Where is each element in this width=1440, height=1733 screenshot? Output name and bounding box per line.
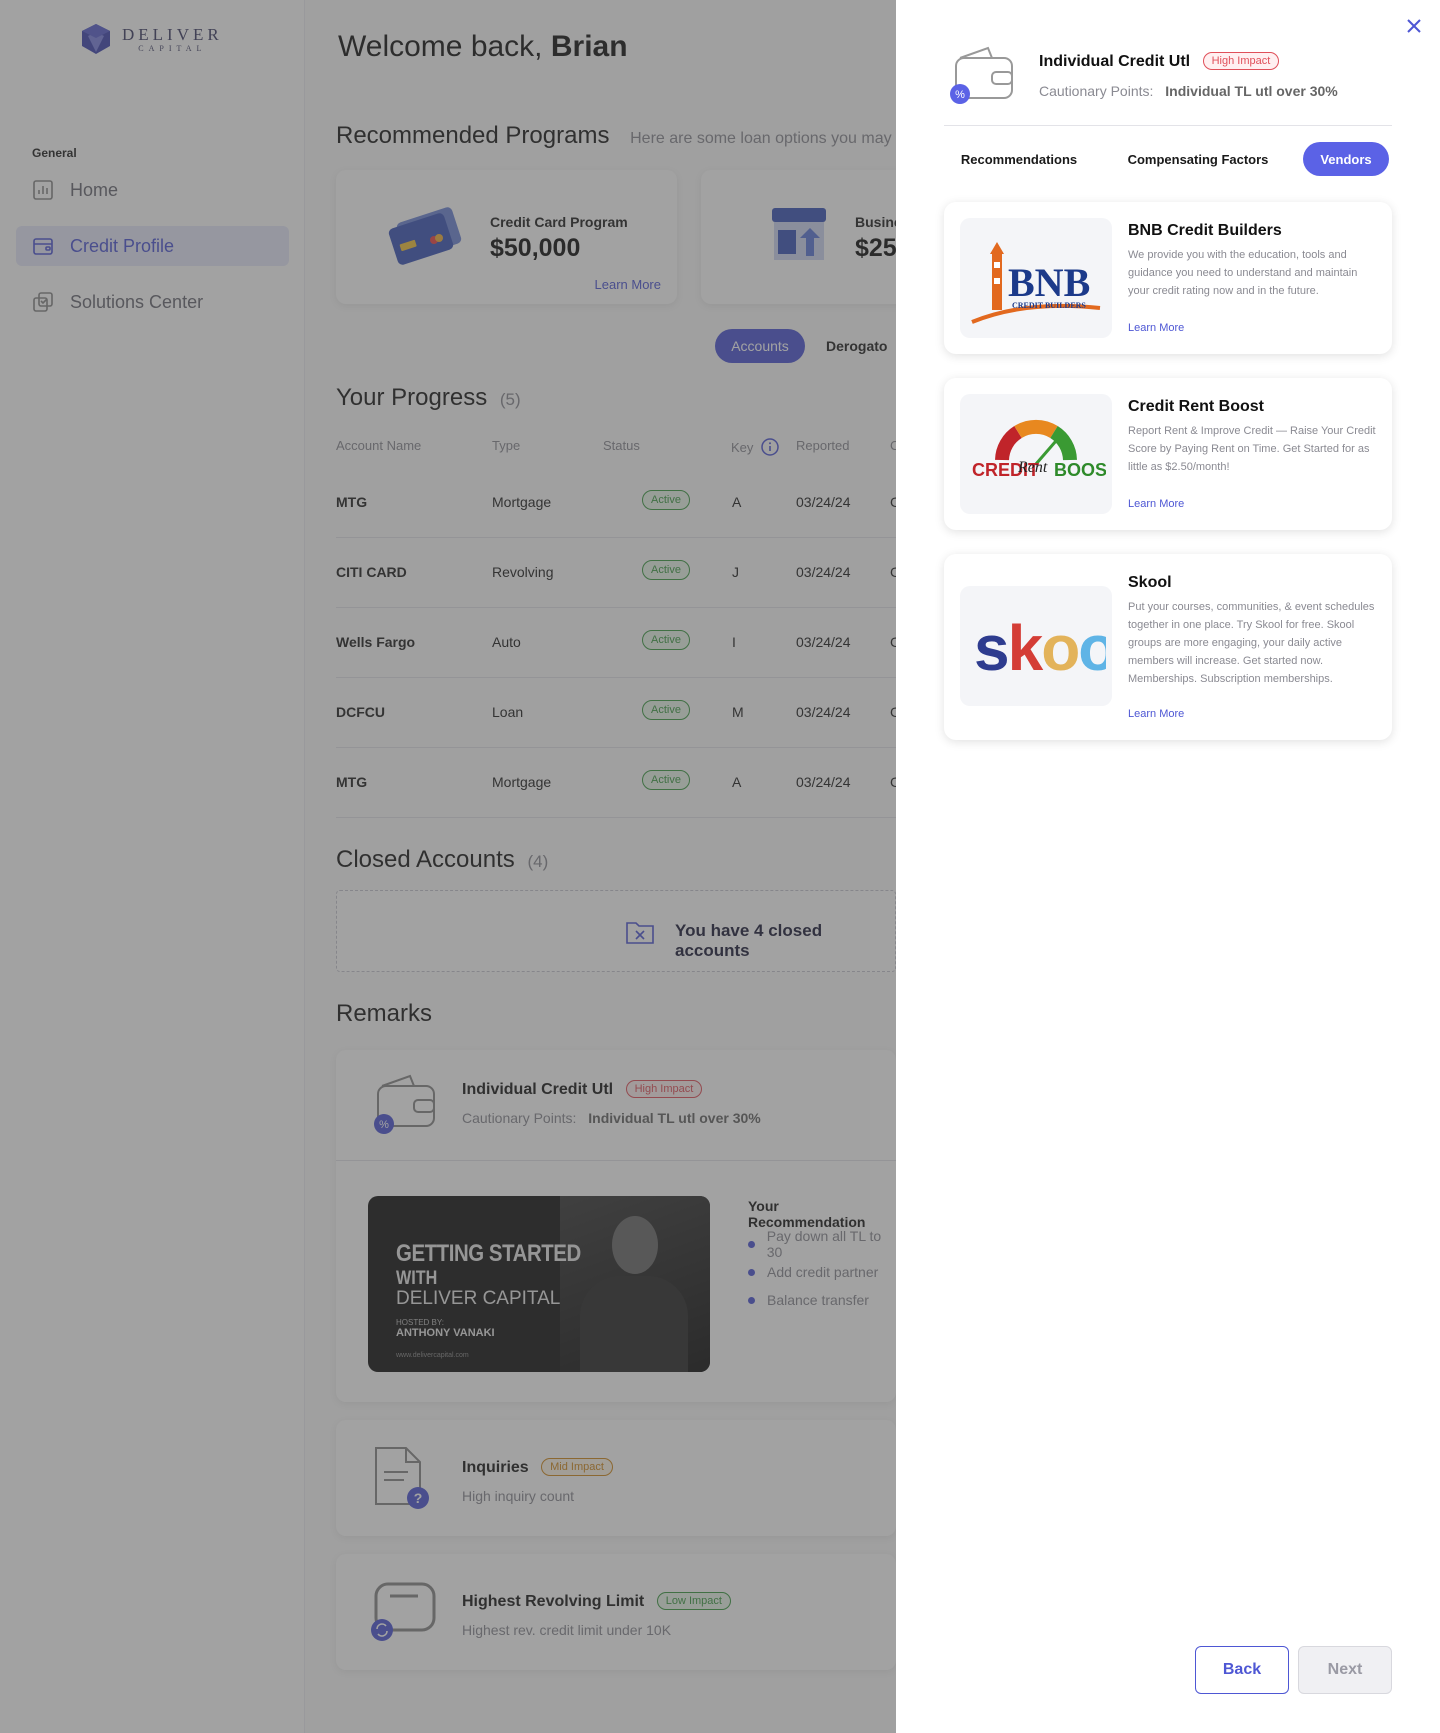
vendor-name: BNB Credit Builders bbox=[1128, 222, 1282, 239]
learn-more-link[interactable]: Learn More bbox=[1128, 498, 1184, 510]
drawer-title-text: Individual Credit Utl bbox=[1039, 53, 1191, 70]
credit-rent-boost-graphic: CREDIT Rent BOOST bbox=[972, 419, 1106, 480]
back-button[interactable]: Back bbox=[1195, 1646, 1289, 1694]
skool-logo-graphic: skool bbox=[974, 612, 1106, 684]
bnb-logo-graphic: BNB CREDIT BUILDERS bbox=[971, 242, 1101, 324]
skool-logo: skool bbox=[960, 586, 1112, 706]
tab-vendors[interactable]: Vendors bbox=[1303, 142, 1389, 176]
svg-text:skool: skool bbox=[974, 612, 1106, 684]
tab-compensating-factors[interactable]: Compensating Factors bbox=[1112, 142, 1284, 176]
close-icon[interactable] bbox=[1404, 16, 1424, 36]
vendor-name: Credit Rent Boost bbox=[1128, 398, 1264, 415]
vendor-card-credit-rent-boost[interactable]: CREDIT Rent BOOST Credit Rent Boost Repo… bbox=[944, 378, 1392, 530]
wallet-percent-icon: % bbox=[950, 46, 1013, 104]
svg-text:%: % bbox=[955, 89, 965, 101]
bnb-logo-subtext: CREDIT BUILDERS bbox=[1012, 301, 1086, 310]
logo-word-rent: Rent bbox=[1017, 459, 1048, 476]
vendor-description: We provide you with the education, tools… bbox=[1128, 249, 1358, 297]
next-button[interactable]: Next bbox=[1298, 1646, 1392, 1694]
drawer-subtitle: Cautionary Points: Individual TL utl ove… bbox=[1039, 83, 1338, 99]
learn-more-link[interactable]: Learn More bbox=[1128, 322, 1184, 334]
tab-recommendations[interactable]: Recommendations bbox=[944, 142, 1094, 176]
drawer-title: Individual Credit Utl High Impact bbox=[1039, 52, 1280, 71]
vendor-card-bnb[interactable]: BNB CREDIT BUILDERS BNB Credit Builders … bbox=[944, 202, 1392, 354]
vendor-description: Put your courses, communities, & event s… bbox=[1128, 601, 1375, 685]
learn-more-link[interactable]: Learn More bbox=[1128, 708, 1184, 720]
vendor-card-skool[interactable]: skool Skool Put your courses, communitie… bbox=[944, 554, 1392, 740]
logo-word-boost: BOOST bbox=[1054, 460, 1106, 480]
bnb-logo: BNB CREDIT BUILDERS bbox=[960, 218, 1112, 338]
drawer-sub-value: Individual TL utl over 30% bbox=[1165, 83, 1338, 99]
impact-badge: High Impact bbox=[1202, 52, 1280, 70]
bnb-logo-text: BNB bbox=[1008, 260, 1090, 305]
vendor-name: Skool bbox=[1128, 574, 1172, 591]
drawer-sub-label: Cautionary Points: bbox=[1039, 83, 1154, 99]
vendor-description: Report Rent & Improve Credit — Raise You… bbox=[1128, 425, 1376, 473]
modal-backdrop[interactable] bbox=[0, 0, 896, 1733]
divider bbox=[944, 125, 1392, 126]
credit-rent-boost-logo: CREDIT Rent BOOST bbox=[960, 394, 1112, 514]
